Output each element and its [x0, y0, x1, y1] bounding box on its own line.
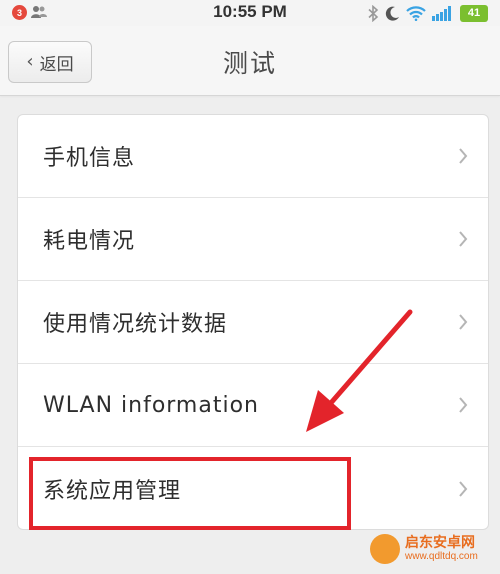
bluetooth-icon: [368, 4, 379, 22]
watermark-name: 启东安卓网: [405, 534, 475, 551]
contacts-icon: [31, 6, 47, 18]
chevron-right-icon: [459, 314, 468, 330]
back-button[interactable]: ‹ 返回: [8, 41, 92, 83]
watermark-url: www.qdltdq.com: [405, 551, 478, 563]
list-item-label: WLAN information: [43, 392, 259, 418]
watermark: 启东安卓网 www.qdltdq.com: [370, 534, 478, 564]
status-bar: 3 10:55 PM 41: [0, 0, 500, 26]
status-icons: 41: [368, 3, 488, 23]
list-item-battery-usage[interactable]: 耗电情况: [18, 198, 488, 281]
signal-icon: [432, 5, 451, 21]
list-item-system-app-management[interactable]: 系统应用管理: [18, 447, 488, 529]
list-item-label: 系统应用管理: [43, 479, 182, 504]
list-item-label: 耗电情况: [43, 229, 136, 254]
settings-list: 手机信息 耗电情况 使用情况统计数据 WLAN information 系统应用…: [17, 114, 489, 530]
moon-icon: [385, 6, 399, 21]
battery-indicator: 41: [460, 4, 488, 22]
chevron-left-icon: ‹: [26, 51, 34, 72]
navigation-header: ‹ 返回 测试: [0, 26, 500, 96]
list-item-wlan-information[interactable]: WLAN information: [18, 364, 488, 447]
list-item-label: 手机信息: [43, 146, 136, 171]
chevron-right-icon: [459, 481, 468, 497]
list-item-phone-info[interactable]: 手机信息: [18, 115, 488, 198]
chevron-right-icon: [459, 231, 468, 247]
back-button-label: 返回: [39, 54, 74, 75]
wifi-icon: [406, 5, 426, 21]
list-item-label: 使用情况统计数据: [43, 312, 228, 337]
watermark-logo-icon: [370, 534, 400, 564]
notification-badge: 3: [12, 5, 27, 20]
list-item-usage-stats[interactable]: 使用情况统计数据: [18, 281, 488, 364]
chevron-right-icon: [459, 148, 468, 164]
chevron-right-icon: [459, 397, 468, 413]
